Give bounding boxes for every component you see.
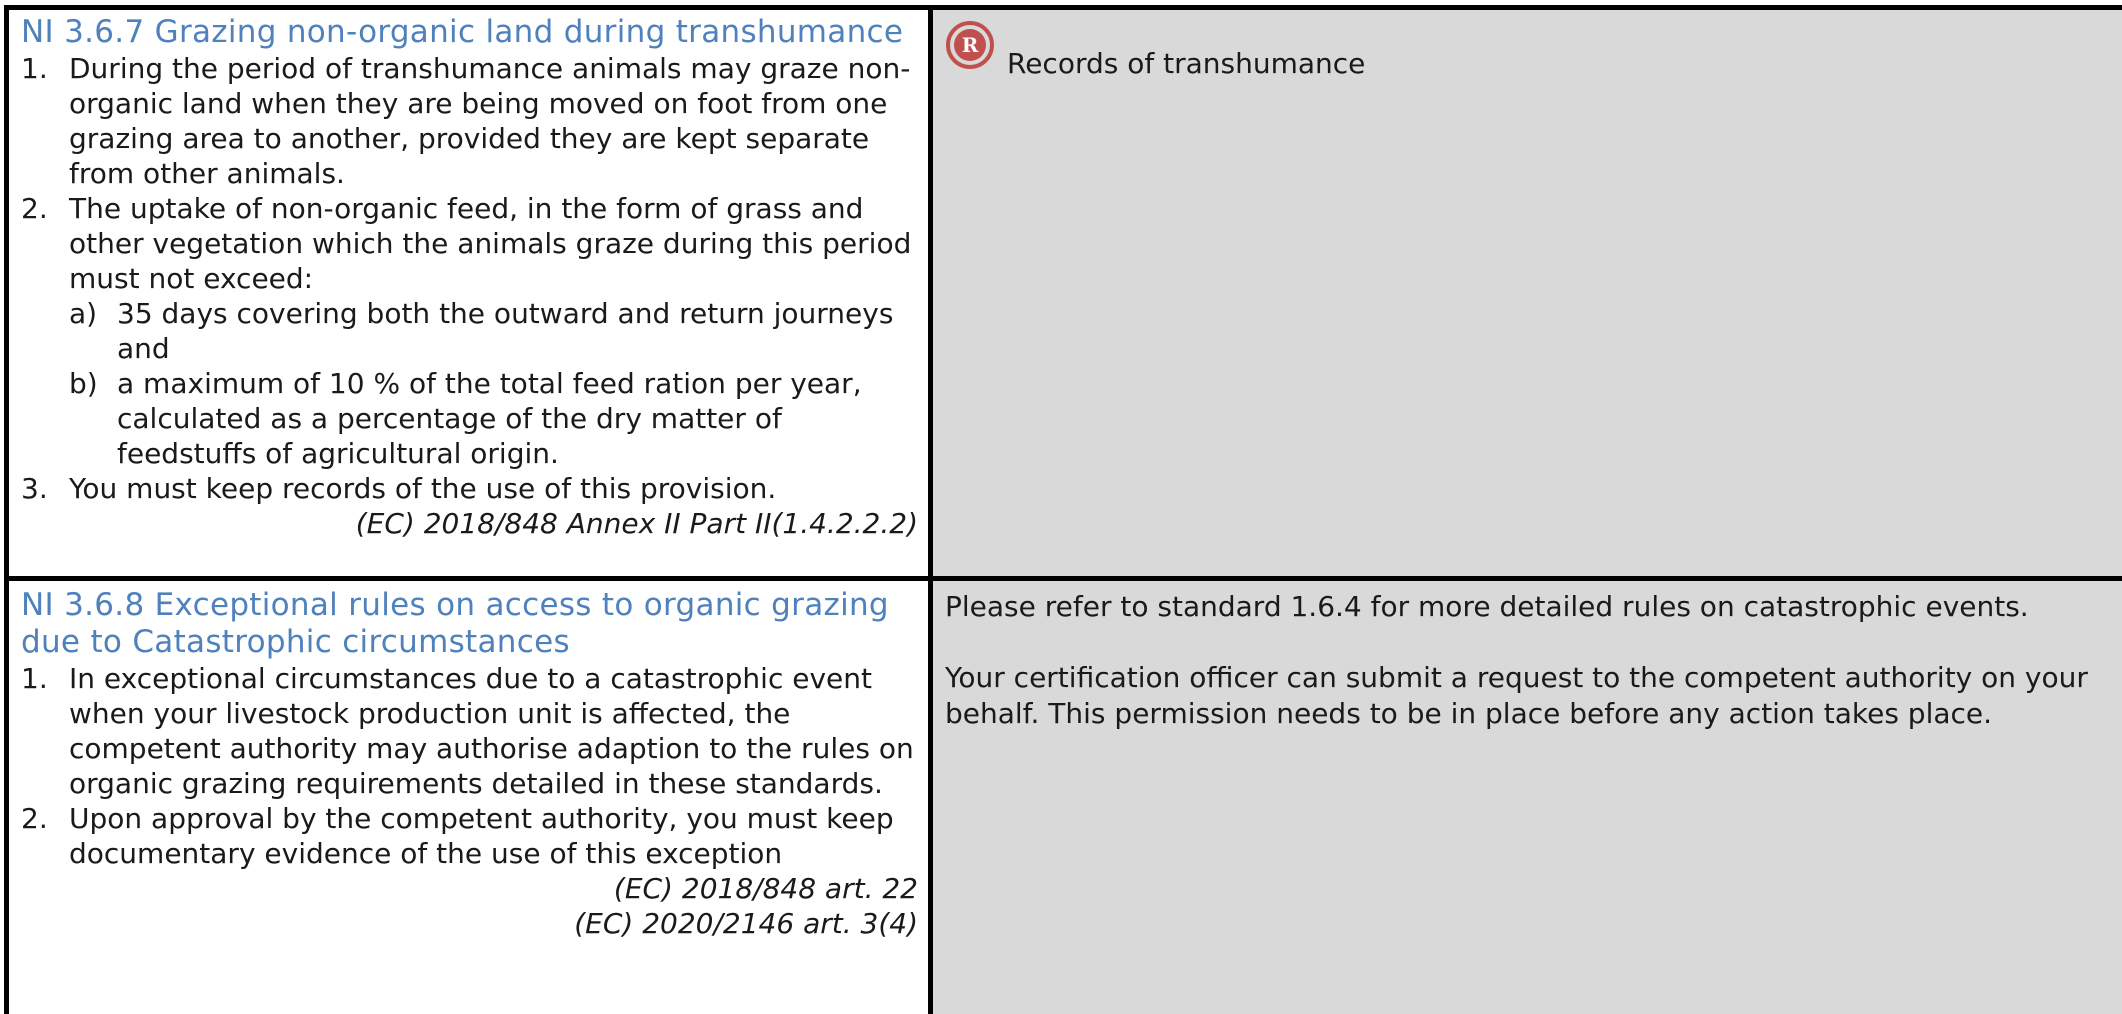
record-keeping-icon: R xyxy=(945,20,995,70)
standard-row-3-6-8: NI 3.6.8 Exceptional rules on access to … xyxy=(7,579,2122,1014)
item-number: 1. xyxy=(21,661,48,696)
list-item: 2. The uptake of non-organic feed, in th… xyxy=(21,191,920,471)
item-number: 1. xyxy=(21,51,48,86)
legal-reference: (EC) 2018/848 Annex II Part II(1.4.2.2.2… xyxy=(21,506,920,541)
guidance-cell-3-6-8: Please refer to standard 1.6.4 for more … xyxy=(931,579,2122,1014)
item-text: During the period of transhumance animal… xyxy=(69,52,910,190)
item-text: You must keep records of the use of this… xyxy=(69,472,776,505)
section-heading-3-6-7: NI 3.6.7 Grazing non-organic land during… xyxy=(21,14,920,51)
standard-cell-3-6-7: NI 3.6.7 Grazing non-organic land during… xyxy=(7,8,931,579)
sub-item-text: a maximum of 10 % of the total feed rati… xyxy=(117,367,862,470)
guidance-paragraph: Please refer to standard 1.6.4 for more … xyxy=(945,589,2117,625)
standard-row-3-6-7: NI 3.6.7 Grazing non-organic land during… xyxy=(7,8,2122,579)
list-item: 3. You must keep records of the use of t… xyxy=(21,471,920,506)
standard-cell-3-6-8: NI 3.6.8 Exceptional rules on access to … xyxy=(7,579,931,1014)
item-text: In exceptional circumstances due to a ca… xyxy=(69,662,914,800)
guidance-paragraph: Your certification officer can submit a … xyxy=(945,660,2117,732)
item-number: 2. xyxy=(21,801,48,836)
standards-table: NI 3.6.7 Grazing non-organic land during… xyxy=(4,5,2122,1014)
requirements-list-3-6-8: 1. In exceptional circumstances due to a… xyxy=(21,661,920,871)
legal-reference: (EC) 2020/2146 art. 3(4) xyxy=(21,906,920,941)
sub-item-letter: b) xyxy=(69,366,98,401)
requirements-list-3-6-7: 1. During the period of transhumance ani… xyxy=(21,51,920,506)
item-text: Upon approval by the competent authority… xyxy=(69,802,894,870)
sub-requirements-list: a) 35 days covering both the outward and… xyxy=(69,296,920,471)
section-heading-3-6-8: NI 3.6.8 Exceptional rules on access to … xyxy=(21,587,920,661)
list-item: 1. During the period of transhumance ani… xyxy=(21,51,920,191)
item-number: 3. xyxy=(21,471,48,506)
item-number: 2. xyxy=(21,191,48,226)
guidance-cell-3-6-7: R Records of transhumance xyxy=(931,8,2122,579)
badge-letter: R xyxy=(962,33,979,57)
sub-list-item: b) a maximum of 10 % of the total feed r… xyxy=(69,366,920,471)
sub-item-text: 35 days covering both the outward and re… xyxy=(117,297,893,365)
list-item: 1. In exceptional circumstances due to a… xyxy=(21,661,920,801)
record-note-text: Records of transhumance xyxy=(1007,46,1365,81)
sub-item-letter: a) xyxy=(69,296,97,331)
sub-list-item: a) 35 days covering both the outward and… xyxy=(69,296,920,366)
legal-reference: (EC) 2018/848 art. 22 xyxy=(21,871,920,906)
list-item: 2. Upon approval by the competent author… xyxy=(21,801,920,871)
item-text: The uptake of non-organic feed, in the f… xyxy=(69,192,911,295)
record-note: R Records of transhumance xyxy=(945,16,2117,81)
